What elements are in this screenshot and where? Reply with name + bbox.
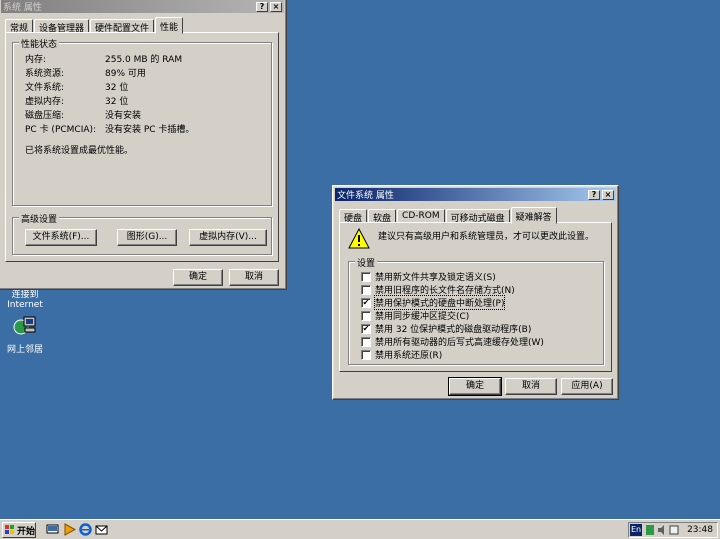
file-system-properties-title: 文件系统 属性 [337,191,394,201]
status-label-pc-card: PC 卡 (PCMCIA): [25,125,97,135]
system-ok-button[interactable]: 确定 [173,269,223,286]
label-disable-32bit-driver: 禁用 32 位保护模式的磁盘驱动程序(B) [375,325,532,335]
tab-general[interactable]: 常规 [5,19,34,34]
taskbar: 开始 En 23:48 [0,519,720,539]
checkbox-disable-long-filename[interactable] [361,284,371,295]
checkbox-disable-system-restore[interactable] [361,349,371,360]
status-value-disk-compression: 没有安装 [105,111,142,121]
option-disable-protected-mode-interrupt[interactable]: ✔ 禁用保护模式的硬盘中断处理(P) [361,295,506,310]
checkbox-disable-write-behind-cache[interactable] [361,336,371,347]
desktop-icon-connect-label2: Internet [7,300,43,310]
status-value-virtual-memory: 32 位 [105,97,129,107]
volume-icon[interactable] [657,524,667,536]
network-tray-icon[interactable] [645,524,655,536]
media-player-icon[interactable] [63,523,76,536]
status-value-filesystem: 32 位 [105,83,129,93]
checkbox-disable-file-sharing[interactable] [361,271,371,282]
system-tabs: 常规 设备管理器 硬件配置文件 性能 [5,16,184,34]
start-button[interactable]: 开始 [2,522,36,538]
troubleshooting-panel: 建议只有高级用户和系统管理员，才可以更改此设置。 设置 禁用新文件共享及锁定语义… [339,222,612,372]
tab-hard-disk[interactable]: 硬盘 [339,209,368,224]
status-label-virtual-memory: 虚拟内存: [25,97,65,107]
option-disable-sync-buffer[interactable]: 禁用同步缓冲区提交(C) [361,309,469,322]
settings-group: 设置 禁用新文件共享及锁定语义(S) 禁用旧程序的长文件名存储方式(N) ✔ 禁… [348,256,604,365]
label-disable-sync-buffer: 禁用同步缓冲区提交(C) [375,312,470,322]
status-label-resources: 系统资源: [25,69,65,79]
ime-indicator[interactable]: En [630,524,643,536]
status-label-disk-compression: 磁盘压缩: [25,111,65,121]
fs-cancel-button[interactable]: 取消 [505,378,557,395]
checkbox-disable-protected-mode-interrupt[interactable]: ✔ [361,297,371,308]
tab-troubleshooting[interactable]: 疑难解答 [510,207,557,224]
system-properties-window: 系统 属性 ? × 常规 设备管理器 硬件配置文件 性能 性能状态 内存: 25… [0,0,287,290]
status-message: 已将系统设置成最优性能。 [25,146,134,156]
desktop-icon-network-label: 网上邻居 [6,345,43,355]
desktop-icon-connect-internet[interactable]: 连接到 Internet [4,287,46,310]
system-properties-titlebar[interactable]: 系统 属性 ? × [1,0,284,13]
status-value-memory: 255.0 MB 的 RAM [105,55,183,65]
virtual-memory-button[interactable]: 虚拟内存(V)... [189,229,267,246]
status-label-filesystem: 文件系统: [25,83,65,93]
graphics-button[interactable]: 图形(G)... [117,229,177,246]
system-tray: En 23:48 [628,522,718,538]
windows-logo-icon [5,525,14,534]
settings-group-label: 设置 [355,256,378,269]
warning-text: 建议只有高级用户和系统管理员，才可以更改此设置。 [378,232,595,242]
label-disable-system-restore: 禁用系统还原(R) [375,351,443,361]
tab-removable-disk[interactable]: 可移动式磁盘 [445,209,510,224]
tab-floppy[interactable]: 软盘 [368,209,397,224]
tab-cdrom[interactable]: CD-ROM [397,209,445,223]
desktop-icon-network-neighborhood[interactable]: 网上邻居 [4,315,46,355]
internet-explorer-icon[interactable] [79,523,92,536]
performance-status-label: 性能状态 [19,37,60,50]
option-disable-system-restore[interactable]: 禁用系统还原(R) [361,348,442,361]
advanced-settings-label: 高级设置 [19,212,60,225]
file-system-properties-window: 文件系统 属性 ? × 硬盘 软盘 CD-ROM 可移动式磁盘 疑难解答 建议只… [332,185,619,400]
help-button[interactable]: ? [256,1,268,12]
checkbox-disable-sync-buffer[interactable] [361,310,371,321]
show-desktop-icon[interactable] [46,523,59,536]
close-button[interactable]: × [270,1,282,12]
label-disable-protected-mode-interrupt: 禁用保护模式的硬盘中断处理(P) [373,295,506,310]
outlook-express-icon[interactable] [95,523,108,536]
option-disable-32bit-driver[interactable]: ✔ 禁用 32 位保护模式的磁盘驱动程序(B) [361,322,531,335]
label-disable-write-behind-cache: 禁用所有驱动器的后写式高速缓存处理(W) [375,338,544,348]
file-system-properties-titlebar[interactable]: 文件系统 属性 ? × [335,188,616,201]
option-disable-file-sharing[interactable]: 禁用新文件共享及锁定语义(S) [361,270,496,283]
option-disable-long-filename[interactable]: 禁用旧程序的长文件名存储方式(N) [361,283,515,296]
system-properties-title: 系统 属性 [3,3,42,13]
scheduler-icon[interactable] [669,524,679,536]
system-cancel-button[interactable]: 取消 [229,269,279,286]
start-label: 开始 [17,526,36,537]
option-disable-write-behind-cache[interactable]: 禁用所有驱动器的后写式高速缓存处理(W) [361,335,544,348]
performance-panel: 性能状态 内存: 255.0 MB 的 RAM 系统资源: 89% 可用 文件系… [5,32,279,262]
file-system-tabs: 硬盘 软盘 CD-ROM 可移动式磁盘 疑难解答 [339,206,558,224]
fs-ok-button[interactable]: 确定 [448,377,502,396]
network-computer-icon [13,316,36,335]
close-button[interactable]: × [602,189,614,200]
tab-device-manager[interactable]: 设备管理器 [34,19,90,34]
status-label-memory: 内存: [25,55,47,65]
label-disable-long-filename: 禁用旧程序的长文件名存储方式(N) [375,286,515,296]
status-value-resources: 89% 可用 [105,69,146,79]
tab-hardware-profiles[interactable]: 硬件配置文件 [90,19,155,34]
label-disable-file-sharing: 禁用新文件共享及锁定语义(S) [375,273,496,283]
checkbox-disable-32bit-driver[interactable]: ✔ [361,323,371,334]
file-system-button[interactable]: 文件系统(F)... [25,229,97,246]
status-value-pc-card: 没有安装 PC 卡插槽。 [105,125,195,135]
clock[interactable]: 23:48 [687,525,713,535]
help-button[interactable]: ? [588,189,600,200]
warning-icon [348,228,370,249]
advanced-settings-group: 高级设置 文件系统(F)... 图形(G)... 虚拟内存(V)... [12,212,272,255]
tab-performance[interactable]: 性能 [155,17,184,34]
fs-apply-button[interactable]: 应用(A) [561,378,613,395]
performance-status-group: 性能状态 内存: 255.0 MB 的 RAM 系统资源: 89% 可用 文件系… [12,37,272,206]
